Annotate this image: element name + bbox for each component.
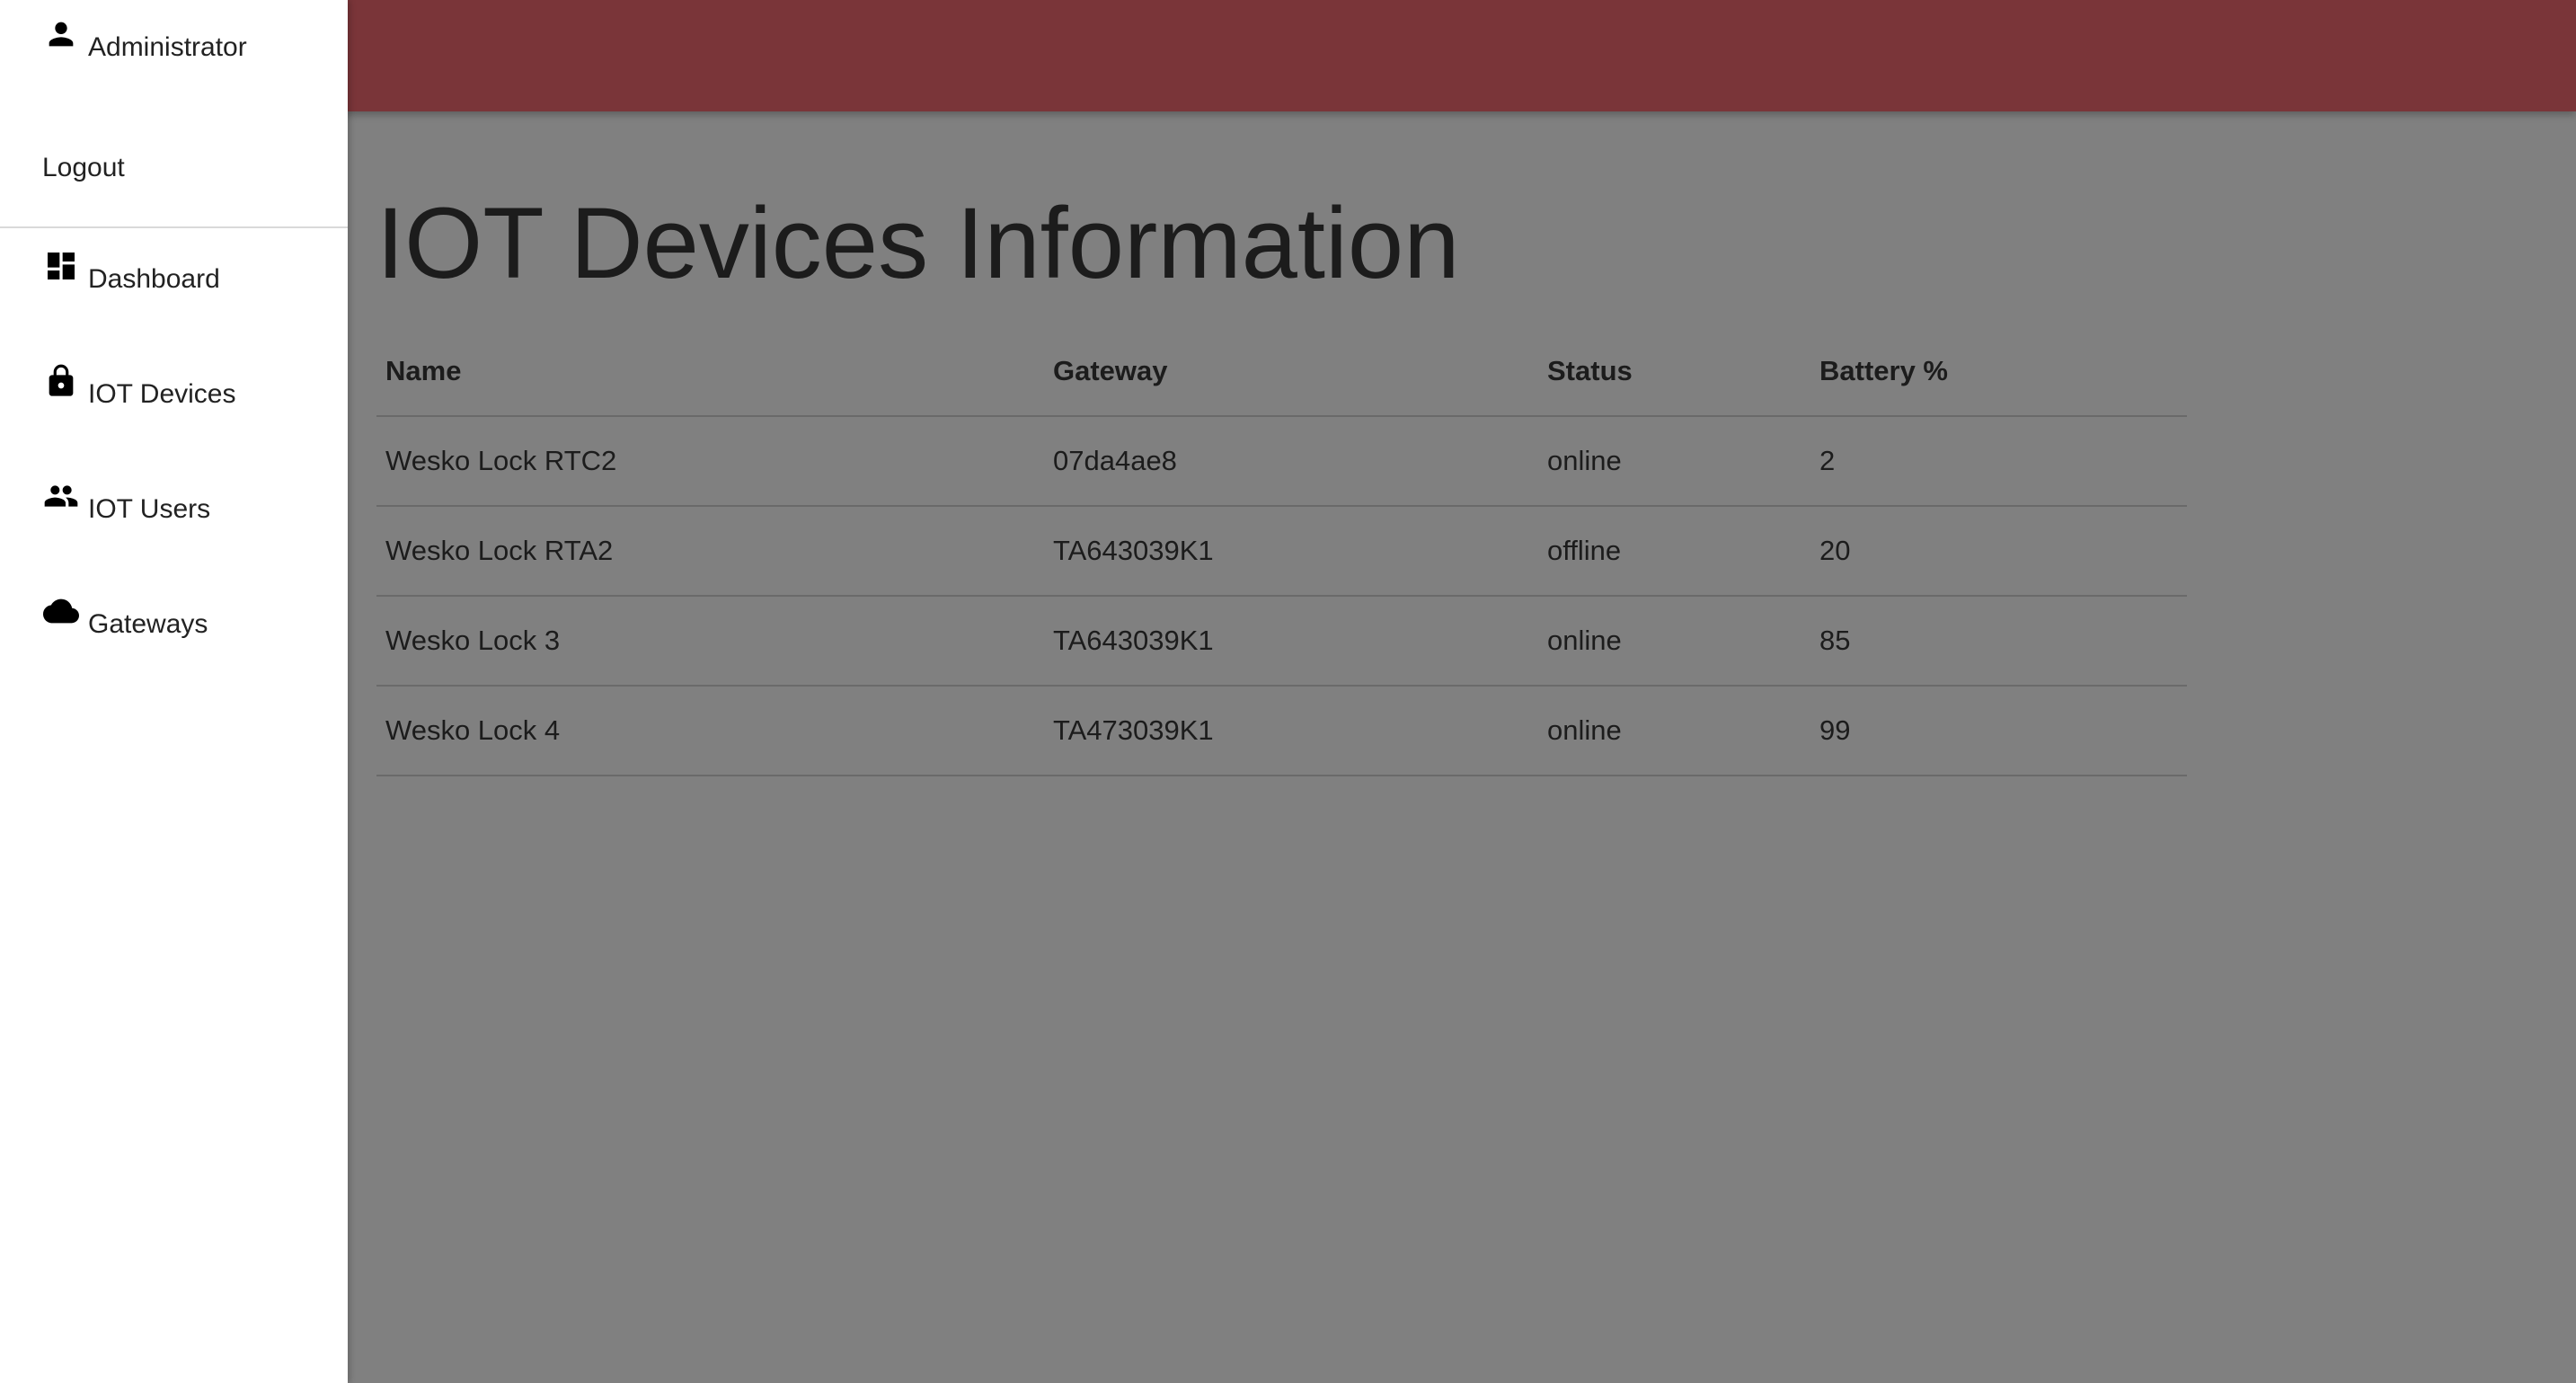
cell-battery: 85 bbox=[1810, 596, 2187, 687]
app-bar bbox=[0, 0, 2576, 111]
sidebar-item-iot-users[interactable]: IOT Users bbox=[41, 485, 210, 525]
dashboard-icon bbox=[41, 246, 81, 286]
cell-gateway: 07da4ae8 bbox=[1044, 416, 1538, 507]
cell-battery: 99 bbox=[1810, 686, 2187, 776]
table-row[interactable]: Wesko Lock 4 TA473039K1 online 99 bbox=[376, 686, 2187, 776]
cell-gateway: TA643039K1 bbox=[1044, 596, 1538, 687]
cell-battery: 20 bbox=[1810, 506, 2187, 597]
table-row[interactable]: Wesko Lock RTA2 TA643039K1 offline 20 bbox=[376, 506, 2187, 597]
sidebar-item-label: Dashboard bbox=[88, 264, 220, 294]
devices-table: Name Gateway Status Battery % Wesko Lock… bbox=[376, 327, 2187, 776]
cell-name: Wesko Lock 4 bbox=[376, 686, 1044, 776]
sidebar-item-administrator[interactable]: Administrator bbox=[41, 22, 247, 63]
main-content: IOT Devices Information Name Gateway Sta… bbox=[348, 111, 2576, 1383]
sidebar-item-gateways[interactable]: Gateways bbox=[41, 598, 208, 640]
person-icon bbox=[41, 14, 81, 54]
lock-icon bbox=[41, 361, 81, 401]
sidebar-account-section: Administrator Logout bbox=[0, 0, 348, 228]
sidebar-drawer: Administrator Logout Dashboard IOT Devic… bbox=[0, 0, 348, 1383]
table-row[interactable]: Wesko Lock RTC2 07da4ae8 online 2 bbox=[376, 416, 2187, 507]
sidebar-item-label: IOT Devices bbox=[88, 379, 236, 409]
cell-status: offline bbox=[1538, 506, 1810, 597]
sidebar-item-label: Administrator bbox=[88, 32, 247, 62]
table-header-row: Name Gateway Status Battery % bbox=[376, 327, 2187, 417]
sidebar-item-iot-devices[interactable]: IOT Devices bbox=[41, 364, 236, 410]
column-header-name[interactable]: Name bbox=[376, 327, 1044, 417]
cell-gateway: TA473039K1 bbox=[1044, 686, 1538, 776]
column-header-gateway[interactable]: Gateway bbox=[1044, 327, 1538, 417]
cell-status: online bbox=[1538, 686, 1810, 776]
cell-status: online bbox=[1538, 596, 1810, 687]
sidebar-item-label: Gateways bbox=[88, 609, 208, 639]
cell-name: Wesko Lock RTA2 bbox=[376, 506, 1044, 597]
sidebar-item-dashboard[interactable]: Dashboard bbox=[41, 253, 220, 295]
cell-name: Wesko Lock RTC2 bbox=[376, 416, 1044, 507]
cell-name: Wesko Lock 3 bbox=[376, 596, 1044, 687]
logout-link[interactable]: Logout bbox=[42, 153, 125, 183]
cell-gateway: TA643039K1 bbox=[1044, 506, 1538, 597]
people-icon bbox=[41, 476, 81, 516]
table-row[interactable]: Wesko Lock 3 TA643039K1 online 85 bbox=[376, 596, 2187, 687]
column-header-battery[interactable]: Battery % bbox=[1810, 327, 2187, 417]
cloud-icon bbox=[41, 591, 81, 631]
sidebar-item-label: IOT Users bbox=[88, 494, 211, 524]
page-title: IOT Devices Information bbox=[376, 187, 1460, 299]
cell-battery: 2 bbox=[1810, 416, 2187, 507]
column-header-status[interactable]: Status bbox=[1538, 327, 1810, 417]
cell-status: online bbox=[1538, 416, 1810, 507]
